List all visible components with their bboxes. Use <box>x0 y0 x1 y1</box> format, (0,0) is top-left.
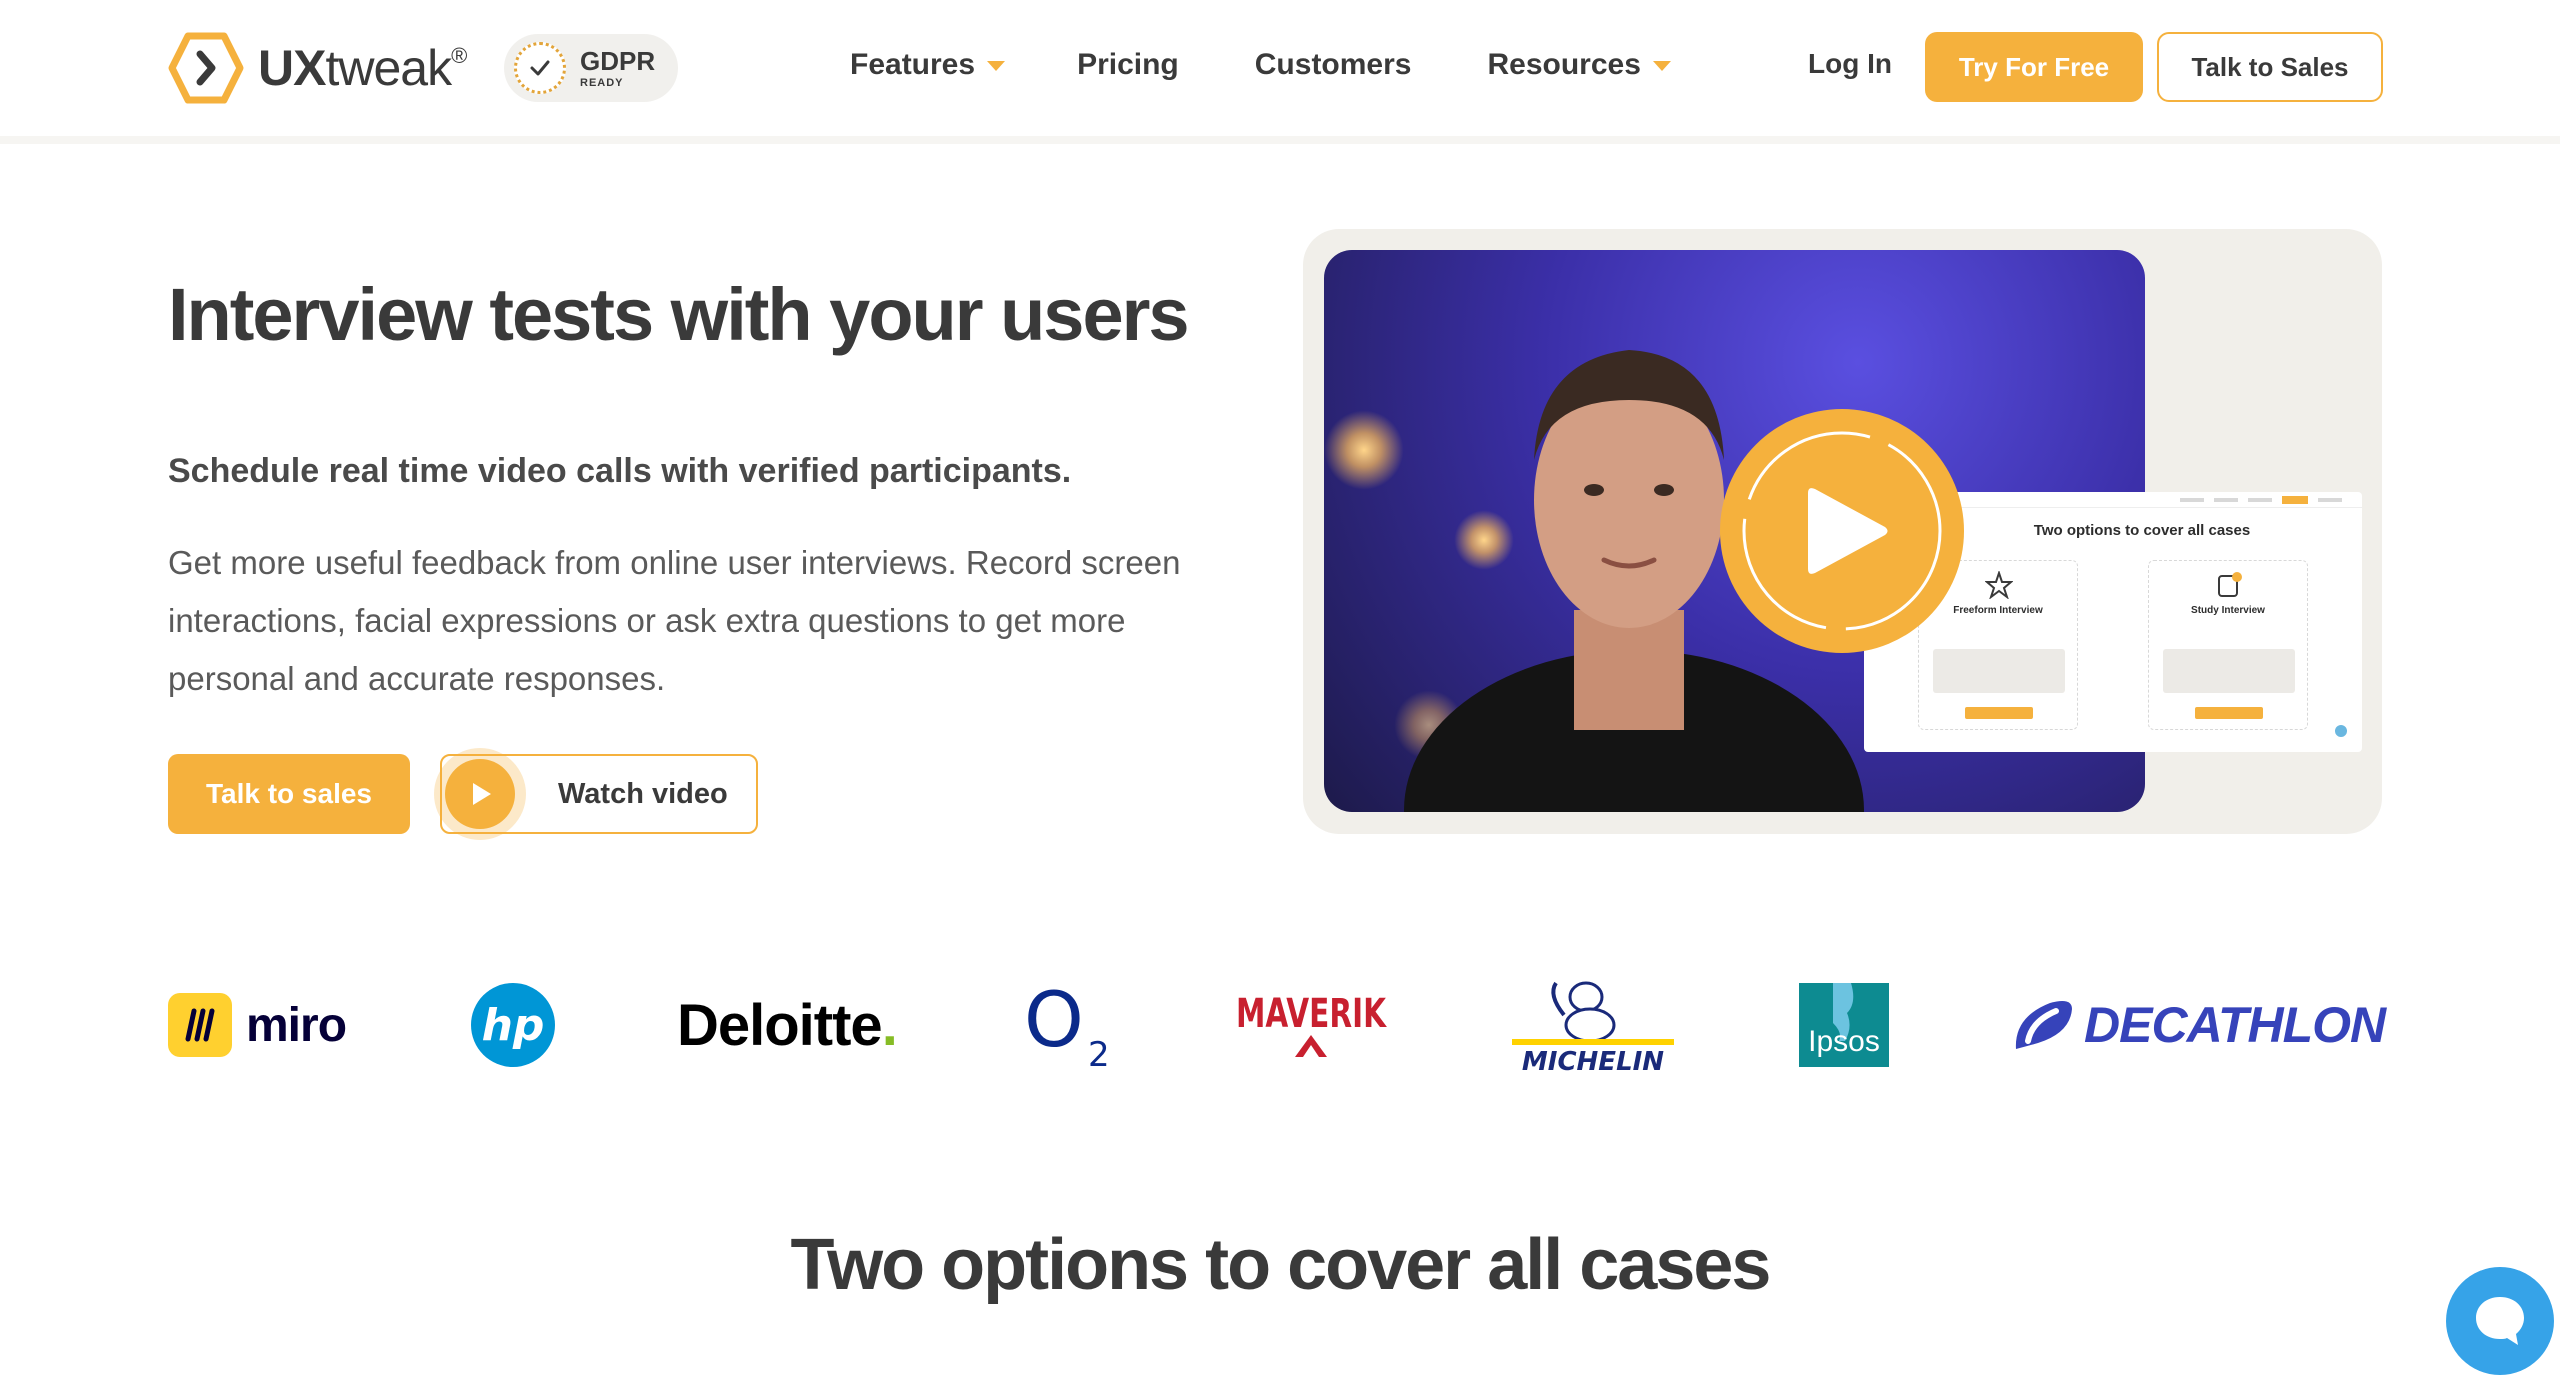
svg-text:hp: hp <box>482 1000 545 1051</box>
hero-description: Get more useful feedback from online use… <box>168 544 1181 697</box>
hp-logo: hp <box>470 970 556 1080</box>
study-card: Study Interview <box>2148 560 2308 730</box>
nav-item-resources[interactable]: Resources <box>1487 48 1671 82</box>
chat-mini-icon <box>2332 722 2350 740</box>
chevron-down-icon <box>987 61 1006 71</box>
star-icon <box>1985 571 2013 599</box>
talk-to-sales-button[interactable]: Talk to Sales <box>2157 32 2383 102</box>
michelin-logo: MICHELIN <box>1508 970 1678 1080</box>
gdpr-title: GDPR <box>580 45 656 76</box>
client-logos: miro hp Deloitte. O 2 MAVERIK MICHELIN I… <box>0 970 2560 1080</box>
nav-item-pricing[interactable]: Pricing <box>1077 48 1179 82</box>
gdpr-seal-icon <box>514 42 566 94</box>
play-icon <box>434 748 526 840</box>
site-header: UXtweak® GDPR READY Features Pricing Cus… <box>0 0 2560 144</box>
play-video-button[interactable] <box>1720 409 1964 653</box>
maverik-logo: MAVERIK <box>1233 970 1389 1080</box>
gdpr-subtitle: READY <box>580 76 624 89</box>
nav-item-features[interactable]: Features <box>850 48 1006 82</box>
ipsos-logo: Ipsos <box>1799 970 1889 1080</box>
chevron-down-icon <box>1652 61 1671 71</box>
svg-text:MAVERIK: MAVERIK <box>1236 991 1387 1037</box>
decathlon-logo: DECATHLON <box>2010 970 2386 1080</box>
talk-to-sales-cta[interactable]: Talk to sales <box>168 754 410 834</box>
deloitte-logo: Deloitte. <box>677 992 898 1058</box>
o2-logo: O 2 <box>1024 970 1114 1080</box>
try-for-free-button[interactable]: Try For Free <box>1925 32 2143 102</box>
uxtweak-logo-icon <box>168 32 244 104</box>
document-icon <box>2218 572 2242 597</box>
miro-logo: miro <box>168 970 347 1080</box>
svg-text:2: 2 <box>1088 1035 1110 1070</box>
watch-video-label: Watch video <box>558 777 728 810</box>
chat-icon <box>2476 1297 2524 1345</box>
main-nav: Features Pricing Customers Resources <box>850 48 1671 82</box>
brand-name: UXtweak® <box>258 40 467 96</box>
nav-item-customers[interactable]: Customers <box>1255 48 1412 82</box>
gdpr-badge: GDPR READY <box>504 34 678 102</box>
login-link[interactable]: Log In <box>1808 48 1892 80</box>
hero-subtitle: Schedule real time video calls with veri… <box>168 452 1072 490</box>
play-icon <box>1742 431 1942 631</box>
svg-text:MICHELIN: MICHELIN <box>1522 1047 1664 1075</box>
watch-video-button[interactable]: Watch video <box>434 748 758 840</box>
uxtweak-logo[interactable]: UXtweak® <box>168 32 467 104</box>
hero-title: Interview tests with your users <box>168 273 1190 356</box>
section-title: Two options to cover all cases <box>790 1225 1772 1305</box>
svg-text:O: O <box>1024 980 1084 1064</box>
chat-widget-button[interactable] <box>2446 1267 2554 1375</box>
